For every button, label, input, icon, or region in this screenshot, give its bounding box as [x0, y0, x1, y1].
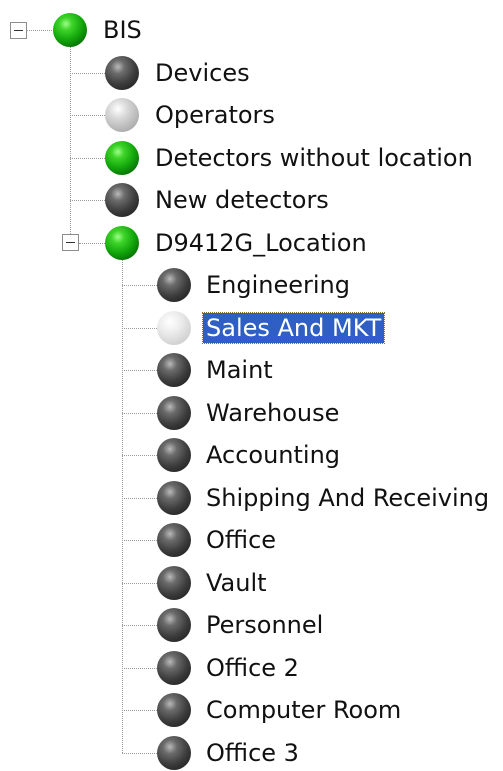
tree-node-accounting[interactable]: Accounting — [203, 440, 343, 470]
tree-node-office[interactable]: Office — [203, 525, 279, 555]
tree-connector-line — [70, 157, 105, 159]
tree-connector-line — [122, 667, 157, 669]
tree-node-vault[interactable]: Vault — [203, 568, 270, 598]
status-icon-detectors-without-location — [105, 140, 139, 175]
tree-connector-line — [79, 242, 105, 244]
root-collapse-toggle[interactable] — [9, 21, 27, 39]
tree-connector-line — [122, 582, 157, 584]
status-icon-computer-room — [157, 693, 191, 727]
status-icon-vault — [157, 565, 191, 600]
status-icon-office — [157, 523, 191, 557]
tree-connector-line — [122, 497, 157, 499]
status-icon-accounting — [157, 438, 191, 472]
status-icon-sales-and-mkt — [157, 310, 191, 345]
tree-node-new-detectors[interactable]: New detectors — [152, 185, 332, 215]
tree-connector-line — [122, 285, 157, 286]
status-icon-operators — [105, 98, 139, 132]
status-icon-shipping-and-receiving — [157, 480, 191, 515]
status-icon-personnel — [157, 608, 191, 642]
tree-connector-line — [122, 412, 157, 414]
tree-node-engineering[interactable]: Engineering — [203, 270, 353, 300]
tree-connector-line — [122, 455, 157, 456]
tree-node-computer-room[interactable]: Computer Room — [203, 695, 404, 725]
status-icon-root — [53, 13, 87, 47]
tree-node-warehouse[interactable]: Warehouse — [203, 398, 342, 428]
tree-node-office-3[interactable]: Office 3 — [203, 738, 302, 768]
tree-connector-line — [70, 200, 105, 201]
status-icon-location — [105, 225, 139, 260]
tree-node-office-2[interactable]: Office 2 — [203, 653, 302, 683]
status-icon-office-3 — [157, 735, 191, 770]
tree-connector-line — [70, 72, 105, 74]
tree-node-location[interactable]: D9412G_Location — [152, 228, 370, 258]
tree-connector-line — [122, 710, 157, 711]
status-icon-engineering — [157, 268, 191, 302]
device-tree: BIS Devices Operators Detectors without loc… — [0, 0, 503, 771]
tree-connector-line — [70, 47, 71, 234]
tree-connector-line — [122, 540, 157, 541]
tree-connector-line — [122, 370, 157, 371]
tree-connector-line — [122, 327, 157, 329]
tree-node-shipping-and-receiving[interactable]: Shipping And Receiving — [203, 483, 492, 513]
status-icon-new-detectors — [105, 183, 139, 217]
tree-node-operators[interactable]: Operators — [152, 100, 278, 130]
status-icon-warehouse — [157, 395, 191, 430]
tree-node-sales-and-mkt[interactable]: Sales And MKT — [201, 311, 386, 344]
tree-connector-line — [122, 259, 123, 753]
status-icon-maint — [157, 353, 191, 387]
location-collapse-toggle[interactable] — [61, 234, 79, 251]
tree-connector-line — [70, 115, 105, 116]
tree-node-maint[interactable]: Maint — [203, 355, 276, 385]
tree-node-devices[interactable]: Devices — [152, 58, 253, 88]
tree-connector-line — [122, 625, 157, 626]
status-icon-office-2 — [157, 650, 191, 685]
tree-connector-line — [122, 752, 157, 754]
tree-connector-line — [27, 30, 52, 31]
tree-node-root[interactable]: BIS — [100, 15, 145, 45]
tree-node-personnel[interactable]: Personnel — [203, 610, 326, 640]
tree-node-detectors-without-location[interactable]: Detectors without location — [152, 143, 476, 173]
status-icon-devices — [105, 55, 139, 90]
